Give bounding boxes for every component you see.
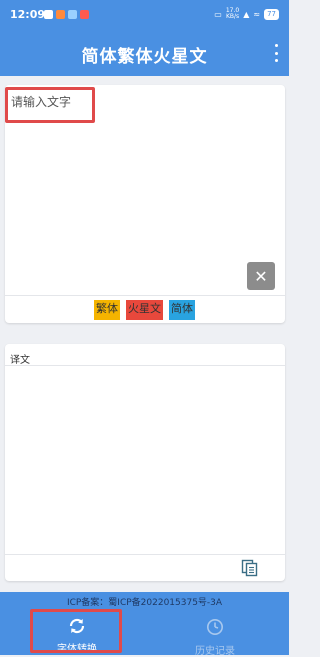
input-card: [5, 85, 285, 323]
battery-indicator: 77: [264, 8, 279, 20]
icp-record: ICP备案：蜀ICP备2022015375号-3A: [66, 598, 223, 608]
close-icon: ✕: [254, 266, 268, 286]
tab-font-convert-label: 字体转换: [57, 644, 97, 655]
traditional-button[interactable]: 繁体: [94, 300, 120, 320]
simplified-button[interactable]: 简体: [169, 300, 195, 320]
result-text[interactable]: [11, 372, 279, 549]
refresh-icon: [69, 618, 85, 634]
tab-history[interactable]: 历史记录: [160, 618, 270, 657]
clear-button[interactable]: ✕: [247, 262, 275, 290]
input-divider: [5, 295, 285, 296]
telegram-icon: [68, 10, 77, 19]
app-notification-icon: [80, 10, 89, 19]
result-card: 译文: [5, 344, 285, 581]
result-label: 译文: [10, 355, 30, 366]
clock-icon: [207, 619, 223, 635]
network-speed-unit: KB/s: [225, 13, 240, 20]
app-notification-icon: [56, 10, 65, 19]
result-footer-divider: [5, 554, 285, 555]
app-bar: 简体繁体火星文: [0, 30, 289, 76]
conversion-mode-row: 繁体 火星文 简体: [0, 300, 289, 320]
martian-button[interactable]: 火星文: [126, 300, 163, 320]
text-input[interactable]: [5, 85, 285, 295]
status-bar: 12:09 ▭ 17.0 KB/s ▲ ≈ 77: [0, 0, 289, 30]
result-header-divider: [5, 365, 285, 366]
app-title: 简体繁体火星文: [81, 47, 208, 67]
signal-icon: ▲: [243, 9, 250, 19]
tab-font-convert[interactable]: 字体转换: [22, 618, 132, 655]
status-time: 12:09: [10, 8, 46, 21]
notification-icons: [44, 10, 89, 19]
copy-icon: [241, 559, 258, 577]
status-right: ▭ 17.0 KB/s ▲ ≈ 77: [214, 8, 279, 20]
vibrate-icon: ▭: [214, 9, 222, 19]
more-options-icon[interactable]: [273, 44, 279, 62]
wifi-icon: ≈: [253, 9, 261, 19]
app-notification-icon: [44, 10, 53, 19]
copy-button[interactable]: [241, 559, 259, 577]
network-speed: 17.0 KB/s: [226, 8, 239, 20]
